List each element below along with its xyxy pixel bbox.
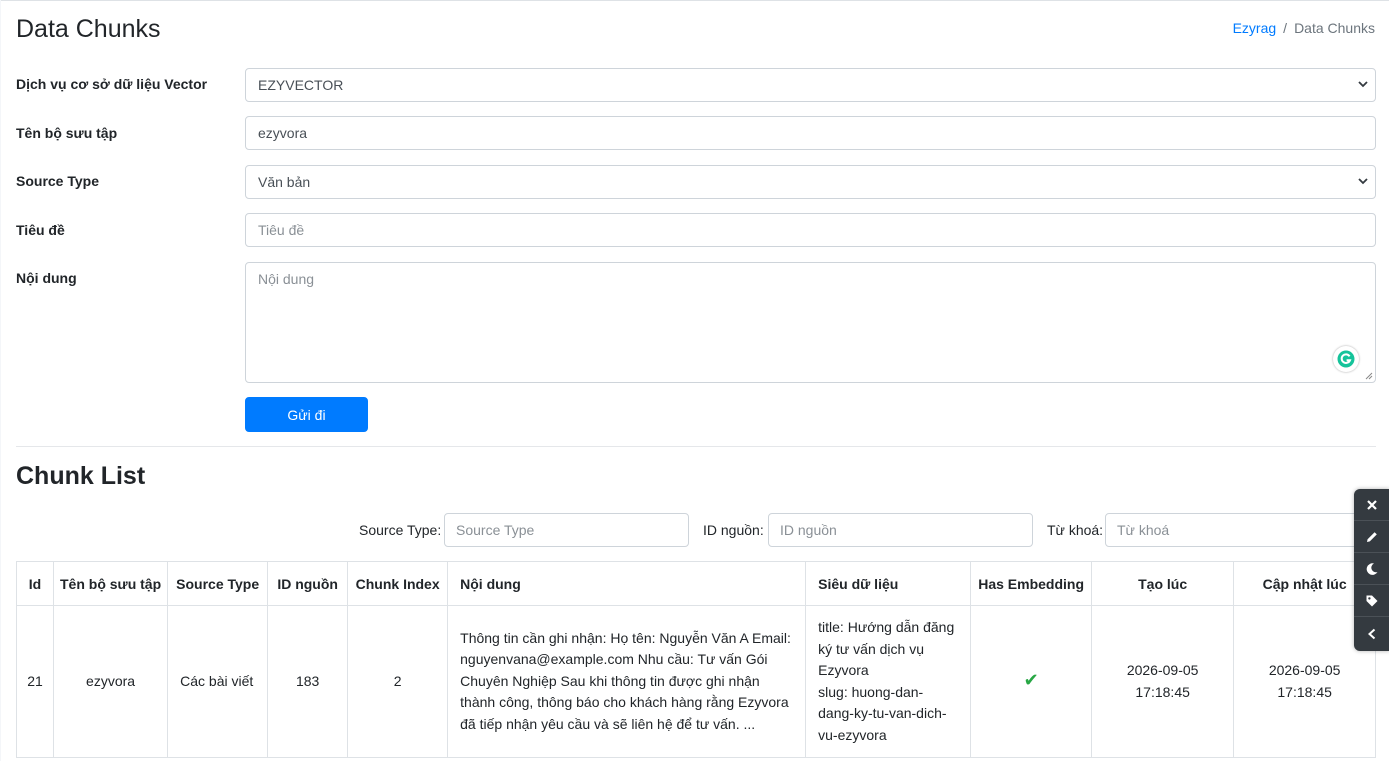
cell-collection: ezyvora xyxy=(52,605,169,758)
column-header-collection[interactable]: Tên bộ sưu tập xyxy=(52,561,169,606)
column-header-source-id[interactable]: ID nguồn xyxy=(267,561,349,606)
chevron-left-icon[interactable] xyxy=(1354,617,1389,651)
chevron-down-icon xyxy=(1358,178,1368,185)
resize-grip-icon[interactable] xyxy=(1365,372,1373,380)
filter-source-type-input[interactable]: Source Type xyxy=(444,513,689,547)
form-row-source-type: Source Type Văn bản xyxy=(16,165,1376,199)
column-header-metadata[interactable]: Siêu dữ liệu xyxy=(805,561,972,606)
content-placeholder: Nội dung xyxy=(258,271,315,287)
vector-service-value: EZYVECTOR xyxy=(258,77,344,93)
close-icon[interactable] xyxy=(1354,489,1389,521)
filter-source-type-label: Source Type: xyxy=(359,522,442,538)
vector-service-label: Dịch vụ cơ sở dữ liệu Vector xyxy=(16,76,208,92)
breadcrumb-separator: / xyxy=(1283,20,1288,36)
floating-toolbar xyxy=(1354,489,1389,651)
table-head: Id Tên bộ sưu tập Source Type ID nguồn C… xyxy=(16,561,1377,606)
cell-has-embedding: ✔ xyxy=(970,605,1093,758)
tag-icon[interactable] xyxy=(1354,585,1389,617)
cell-id: 21 xyxy=(16,605,54,758)
form-row-vector-service: Dịch vụ cơ sở dữ liệu Vector EZYVECTOR xyxy=(16,68,1376,102)
chunk-list-title: Chunk List xyxy=(16,462,146,490)
form-row-title: Tiêu đề Tiêu đề xyxy=(16,213,1376,247)
column-header-has-embedding[interactable]: Has Embedding xyxy=(970,561,1093,606)
form-row-collection-name: Tên bộ sưu tập ezyvora xyxy=(16,116,1376,150)
column-header-chunk-index[interactable]: Chunk Index xyxy=(347,561,449,606)
source-type-label: Source Type xyxy=(16,173,99,189)
title-label: Tiêu đề xyxy=(16,222,65,238)
cell-created-at: 2026-09-05 17:18:45 xyxy=(1091,605,1235,758)
cell-source-id: 183 xyxy=(267,605,349,758)
section-divider xyxy=(16,446,1376,447)
form-row-content: Nội dung Nội dung xyxy=(16,262,1376,383)
source-type-value: Văn bản xyxy=(258,174,311,190)
column-header-created-at[interactable]: Tạo lúc xyxy=(1091,561,1235,606)
table-body: 21 ezyvora Các bài viết 183 2 Thông tin … xyxy=(16,605,1377,758)
content-label: Nội dung xyxy=(16,270,77,286)
title-input[interactable]: Tiêu đề xyxy=(245,213,1376,247)
collection-name-input[interactable]: ezyvora xyxy=(245,116,1376,150)
pencil-icon[interactable] xyxy=(1354,521,1389,553)
page-title: Data Chunks xyxy=(16,15,161,43)
table-header-row: Id Tên bộ sưu tập Source Type ID nguồn C… xyxy=(16,561,1377,606)
breadcrumb: Ezyrag / Data Chunks xyxy=(1233,20,1375,36)
chevron-down-icon xyxy=(1358,81,1368,88)
metadata-slug: slug: huong-dan-dang-ky-tu-van-dich-vu-e… xyxy=(818,683,947,743)
moon-icon[interactable] xyxy=(1354,553,1389,585)
breadcrumb-current: Data Chunks xyxy=(1294,20,1375,36)
content-textarea[interactable]: Nội dung xyxy=(245,262,1376,383)
column-header-source-type[interactable]: Source Type xyxy=(167,561,269,606)
grammarly-icon[interactable] xyxy=(1333,346,1359,372)
chunk-table: Id Tên bộ sưu tập Source Type ID nguồn C… xyxy=(16,561,1377,758)
content-wrapper: Data Chunks Ezyrag / Data Chunks Dịch vụ… xyxy=(1,0,1389,761)
breadcrumb-home-link[interactable]: Ezyrag xyxy=(1233,20,1277,36)
filter-source-id-label: ID nguồn: xyxy=(703,522,764,538)
filter-keyword-input[interactable]: Từ khoá xyxy=(1105,513,1375,547)
submit-button[interactable]: Gửi đi xyxy=(245,397,368,432)
vector-service-select[interactable]: EZYVECTOR xyxy=(245,68,1376,102)
cell-chunk-index: 2 xyxy=(347,605,449,758)
table-row[interactable]: 21 ezyvora Các bài viết 183 2 Thông tin … xyxy=(16,605,1377,758)
grammarly-g-icon xyxy=(1337,350,1355,368)
cell-metadata: title: Hướng dẫn đăng ký tư vấn dịch vụ … xyxy=(805,605,972,758)
column-header-content[interactable]: Nội dung xyxy=(447,561,807,606)
cell-source-type: Các bài viết xyxy=(167,605,269,758)
filter-source-id-input[interactable]: ID nguồn xyxy=(768,513,1033,547)
check-icon: ✔ xyxy=(1023,670,1039,691)
column-header-id[interactable]: Id xyxy=(16,561,54,606)
metadata-title: title: Hướng dẫn đăng ký tư vấn dịch vụ … xyxy=(818,619,955,678)
collection-name-label: Tên bộ sưu tập xyxy=(16,125,118,141)
cell-content: Thông tin cần ghi nhận: Họ tên: Nguyễn V… xyxy=(447,605,807,758)
filter-keyword-label: Từ khoá: xyxy=(1047,522,1104,538)
source-type-select[interactable]: Văn bản xyxy=(245,165,1376,199)
